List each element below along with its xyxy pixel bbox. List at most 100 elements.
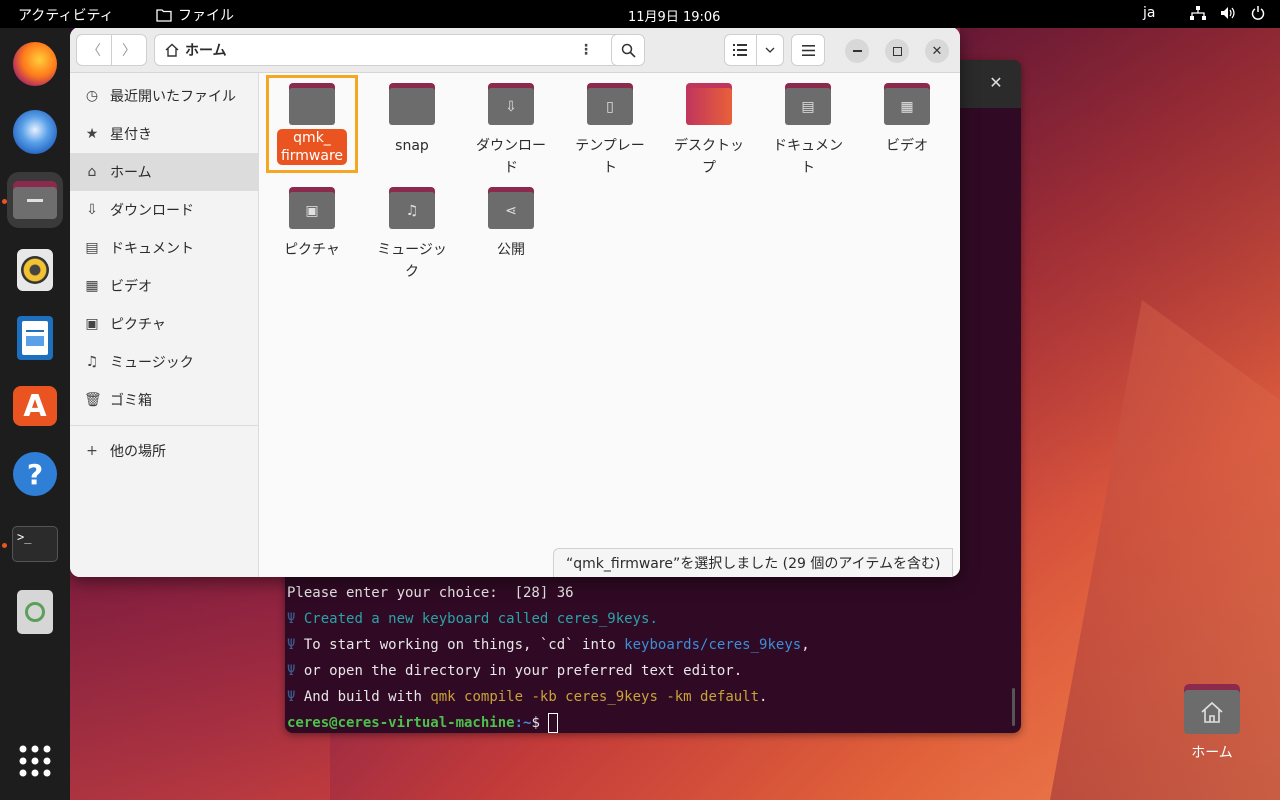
file-item-label: テンプレート: [575, 138, 645, 176]
sidebar-item-label: ホーム: [110, 165, 152, 181]
chevron-left-icon: 〈: [87, 43, 101, 59]
sidebar-item-other-places[interactable]: + 他の場所: [70, 432, 258, 470]
files-launcher[interactable]: [7, 172, 63, 228]
sidebar-item-starred[interactable]: ★ 星付き: [70, 115, 258, 153]
maximize-button[interactable]: [885, 39, 909, 63]
activities-button[interactable]: アクティビティ: [18, 5, 114, 25]
file-grid: qmk_ firmware snap ⇩ ダウンロード ▯ テンプレート デスクト…: [260, 73, 960, 577]
file-item-downloads[interactable]: ⇩ ダウンロード: [463, 83, 559, 179]
file-item-label: ミュージック: [377, 242, 447, 280]
file-item-documents[interactable]: ▤ ドキュメント: [760, 83, 856, 179]
system-menu[interactable]: [1190, 4, 1266, 22]
file-item-label: ビデオ: [886, 138, 928, 154]
sidebar-item-label: ダウンロード: [110, 203, 194, 219]
desktop-folder-icon: [686, 83, 732, 125]
path-bar[interactable]: ホーム: [154, 34, 638, 66]
header-bar: 〈 〉 ホーム ⋮ ✕: [70, 27, 960, 73]
forward-button[interactable]: 〉: [111, 34, 147, 66]
file-item-pictures[interactable]: ▣ ピクチャ: [264, 187, 360, 261]
sidebar-item-downloads[interactable]: ⇩ ダウンロード: [70, 191, 258, 229]
minimize-icon: [852, 50, 862, 52]
chevron-right-icon: 〉: [122, 43, 136, 59]
hamburger-menu-icon: [801, 44, 815, 56]
trash-icon: [17, 590, 53, 634]
show-apps-button[interactable]: [7, 733, 63, 789]
help-icon: ?: [13, 452, 57, 496]
file-item-qmk-firmware[interactable]: qmk_ firmware: [264, 83, 360, 165]
sidebar-item-label: ミュージック: [110, 355, 194, 371]
sidebar-item-label: ビデオ: [110, 279, 152, 295]
download-icon: ⇩: [86, 202, 98, 218]
main-menu-button[interactable]: [791, 34, 825, 66]
file-item-templates[interactable]: ▯ テンプレート: [562, 83, 658, 179]
terminal-line: Ψ To start working on things, `cd` into …: [287, 637, 810, 653]
sidebar-item-home[interactable]: ⌂ ホーム: [70, 153, 258, 191]
trash-launcher[interactable]: [7, 584, 63, 640]
show-apps-icon: [19, 745, 51, 777]
rhythmbox-launcher[interactable]: [7, 242, 63, 298]
close-button[interactable]: ✕: [925, 39, 949, 63]
sidebar-item-recent[interactable]: ◷ 最近開いたファイル: [70, 77, 258, 115]
terminal-output[interactable]: Please enter your choice: [28] 36 Ψ Crea…: [287, 580, 810, 733]
sidebar-item-trash[interactable]: 🗑 ゴミ箱: [70, 381, 258, 419]
view-toggle-button[interactable]: [724, 34, 784, 66]
app-menu[interactable]: ファイル: [156, 5, 234, 25]
sidebar-item-music[interactable]: ♫ ミュージック: [70, 343, 258, 381]
sidebar-item-label: 他の場所: [110, 444, 166, 460]
dock: A ? >_: [0, 28, 70, 800]
videos-folder-icon: ▦: [884, 83, 930, 125]
sidebar-item-videos[interactable]: ▦ ビデオ: [70, 267, 258, 305]
trash-icon: 🗑: [84, 392, 102, 408]
thunderbird-launcher[interactable]: [7, 104, 63, 160]
files-window[interactable]: 〈 〉 ホーム ⋮ ✕ ◷ 最近開いたファイル ★ 星付き ⌂ ホーム ⇩ ダウ…: [70, 27, 960, 577]
firefox-icon: [13, 42, 57, 86]
file-item-label: ピクチャ: [284, 242, 340, 258]
download-folder-icon: ⇩: [488, 83, 534, 125]
sidebar-item-label: 最近開いたファイル: [110, 89, 236, 105]
close-icon[interactable]: ✕: [985, 72, 1007, 94]
desktop-home-folder[interactable]: ホーム: [1172, 684, 1252, 762]
power-icon: [1250, 4, 1266, 22]
sidebar: ◷ 最近開いたファイル ★ 星付き ⌂ ホーム ⇩ ダウンロード ▤ ドキュメン…: [70, 73, 259, 577]
minimize-button[interactable]: [845, 39, 869, 63]
terminal-launcher[interactable]: >_: [7, 516, 63, 572]
file-item-label: 公開: [497, 242, 525, 258]
file-item-label: qmk_ firmware: [276, 129, 348, 165]
chevron-down-icon: [765, 47, 775, 53]
star-icon: ★: [85, 126, 99, 142]
app-center-launcher[interactable]: A: [7, 378, 63, 434]
files-icon: [13, 181, 57, 219]
home-icon: [165, 43, 179, 57]
folder-icon: [289, 83, 335, 125]
terminal-line: Ψ And build with qmk compile -kb ceres_9…: [287, 689, 768, 705]
file-item-label: ダウンロード: [476, 138, 546, 176]
back-button[interactable]: 〈: [76, 34, 112, 66]
writer-launcher[interactable]: [7, 310, 63, 366]
volume-icon: [1220, 4, 1236, 22]
home-folder-icon: [1184, 684, 1240, 734]
file-item-videos[interactable]: ▦ ビデオ: [859, 83, 955, 157]
file-item-desktop[interactable]: デスクトップ: [661, 83, 757, 179]
input-method-indicator[interactable]: ja: [1143, 5, 1155, 21]
sidebar-item-label: ピクチャ: [110, 317, 166, 333]
search-button[interactable]: [611, 34, 645, 66]
path-menu-button[interactable]: ⋮: [570, 34, 602, 66]
maximize-icon: [892, 46, 902, 56]
clock[interactable]: 11月9日 19:06: [628, 6, 720, 25]
file-item-label: デスクトップ: [674, 138, 744, 176]
sidebar-item-documents[interactable]: ▤ ドキュメント: [70, 229, 258, 267]
firefox-launcher[interactable]: [7, 36, 63, 92]
file-item-public[interactable]: ⋖ 公開: [463, 187, 559, 261]
file-item-music[interactable]: ♫ ミュージック: [364, 187, 460, 283]
file-item-snap[interactable]: snap: [364, 83, 460, 157]
sidebar-item-pictures[interactable]: ▣ ピクチャ: [70, 305, 258, 343]
file-item-label: snap: [395, 138, 429, 154]
path-label: ホーム: [185, 43, 227, 59]
terminal-line: Please enter your choice: [28] 36: [287, 585, 574, 601]
sidebar-item-label: 星付き: [110, 127, 152, 143]
running-indicator: [2, 543, 7, 548]
terminal-scrollbar[interactable]: [1012, 688, 1015, 726]
music-folder-icon: ♫: [389, 187, 435, 229]
help-launcher[interactable]: ?: [7, 446, 63, 502]
thunderbird-icon: [13, 110, 57, 154]
